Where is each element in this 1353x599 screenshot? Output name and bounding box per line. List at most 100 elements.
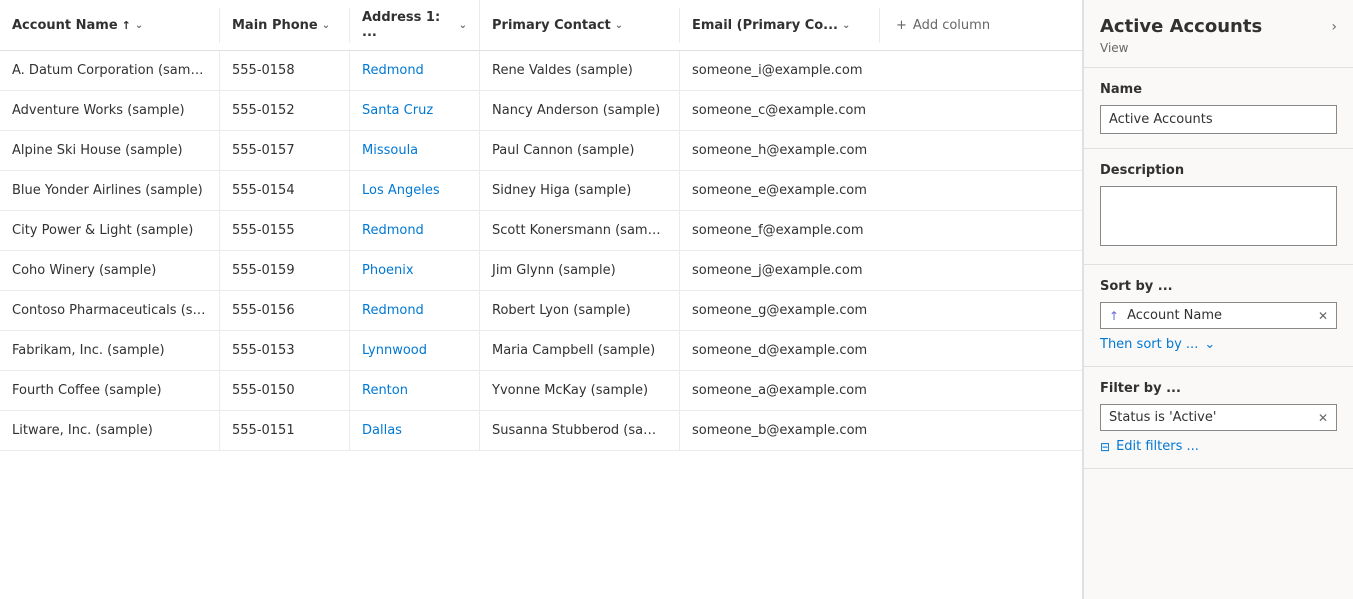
edit-filters-label: Edit filters ... (1116, 439, 1199, 454)
col-email-label: Email (Primary Co... (692, 18, 838, 33)
panel-filter-label: Filter by ... (1100, 381, 1337, 396)
table-cell[interactable]: Phoenix (350, 251, 480, 290)
table-cell: Susanna Stubberod (samp... (480, 411, 680, 450)
table-cell: 555-0153 (220, 331, 350, 370)
filter-tag-label: Status is 'Active' (1109, 410, 1310, 425)
table-cell: Paul Cannon (sample) (480, 131, 680, 170)
table-cell: someone_e@example.com (680, 171, 880, 210)
add-column-plus-icon: + (896, 18, 907, 33)
table-cell: someone_d@example.com (680, 331, 880, 370)
table-cell: 555-0158 (220, 51, 350, 90)
col-account-label: Account Name (12, 18, 118, 33)
col-header-email[interactable]: Email (Primary Co... ⌄ (680, 8, 880, 43)
table-row[interactable]: City Power & Light (sample)555-0155Redmo… (0, 211, 1082, 251)
panel-description-section: Description (1084, 149, 1353, 265)
table-row[interactable]: Fabrikam, Inc. (sample)555-0153LynnwoodM… (0, 331, 1082, 371)
table-cell: Robert Lyon (sample) (480, 291, 680, 330)
table-cell: Alpine Ski House (sample) (0, 131, 220, 170)
table-cell: Nancy Anderson (sample) (480, 91, 680, 130)
table-cell: 555-0159 (220, 251, 350, 290)
table-cell: Yvonne McKay (sample) (480, 371, 680, 410)
table-cell: someone_i@example.com (680, 51, 880, 90)
table-row[interactable]: Fourth Coffee (sample)555-0150RentonYvon… (0, 371, 1082, 411)
table-cell: 555-0152 (220, 91, 350, 130)
panel-close-icon[interactable]: › (1331, 19, 1337, 35)
col-address-label: Address 1: ... (362, 10, 455, 40)
col-header-contact[interactable]: Primary Contact ⌄ (480, 8, 680, 43)
panel-title: Active Accounts (1100, 16, 1262, 37)
table-row[interactable]: Blue Yonder Airlines (sample)555-0154Los… (0, 171, 1082, 211)
table-cell[interactable]: Lynnwood (350, 331, 480, 370)
filter-tag-close-icon[interactable]: ✕ (1318, 411, 1328, 425)
add-column-label: Add column (913, 18, 990, 33)
table-row[interactable]: Litware, Inc. (sample)555-0151DallasSusa… (0, 411, 1082, 451)
table-cell[interactable]: Redmond (350, 291, 480, 330)
table-cell: someone_f@example.com (680, 211, 880, 250)
table-body: A. Datum Corporation (sample)555-0158Red… (0, 51, 1082, 599)
table-row[interactable]: Adventure Works (sample)555-0152Santa Cr… (0, 91, 1082, 131)
col-phone-chevron-icon: ⌄ (322, 20, 330, 31)
sort-tag-close-icon[interactable]: ✕ (1318, 309, 1328, 323)
table-header: Account Name ↑ ⌄ Main Phone ⌄ Address 1:… (0, 0, 1082, 51)
table-cell: someone_a@example.com (680, 371, 880, 410)
table-cell: 555-0150 (220, 371, 350, 410)
table-cell: Litware, Inc. (sample) (0, 411, 220, 450)
col-header-address[interactable]: Address 1: ... ⌄ (350, 0, 480, 50)
then-sort-chevron-icon: ⌄ (1204, 337, 1215, 352)
table-cell[interactable]: Renton (350, 371, 480, 410)
panel-name-input[interactable] (1100, 105, 1337, 134)
table-panel: Account Name ↑ ⌄ Main Phone ⌄ Address 1:… (0, 0, 1083, 599)
table-cell: 555-0156 (220, 291, 350, 330)
table-cell: Rene Valdes (sample) (480, 51, 680, 90)
panel-header: Active Accounts › (1084, 0, 1353, 41)
table-cell: Fourth Coffee (sample) (0, 371, 220, 410)
then-sort-button[interactable]: Then sort by ... ⌄ (1100, 337, 1337, 352)
table-cell[interactable]: Dallas (350, 411, 480, 450)
sort-tag: ↑ Account Name ✕ (1100, 302, 1337, 329)
table-cell: someone_j@example.com (680, 251, 880, 290)
add-column-button[interactable]: + Add column (880, 8, 1006, 43)
col-contact-label: Primary Contact (492, 18, 611, 33)
table-cell: Fabrikam, Inc. (sample) (0, 331, 220, 370)
sort-tag-label: Account Name (1127, 308, 1310, 323)
panel-description-label: Description (1100, 163, 1337, 178)
table-row[interactable]: Coho Winery (sample)555-0159PhoenixJim G… (0, 251, 1082, 291)
panel-sort-section: Sort by ... ↑ Account Name ✕ Then sort b… (1084, 265, 1353, 367)
panel-filter-section: Filter by ... Status is 'Active' ✕ ⊟ Edi… (1084, 367, 1353, 469)
table-cell: 555-0155 (220, 211, 350, 250)
then-sort-label: Then sort by ... (1100, 337, 1198, 352)
table-cell: 555-0157 (220, 131, 350, 170)
col-email-chevron-icon: ⌄ (842, 20, 850, 31)
table-cell: someone_h@example.com (680, 131, 880, 170)
table-cell: Maria Campbell (sample) (480, 331, 680, 370)
table-row[interactable]: Contoso Pharmaceuticals (sample)555-0156… (0, 291, 1082, 331)
panel-sort-label: Sort by ... (1100, 279, 1337, 294)
edit-filters-button[interactable]: ⊟ Edit filters ... (1100, 439, 1337, 454)
table-cell[interactable]: Missoula (350, 131, 480, 170)
col-account-chevron-icon: ⌄ (135, 20, 143, 31)
table-cell[interactable]: Redmond (350, 51, 480, 90)
table-cell[interactable]: Los Angeles (350, 171, 480, 210)
sort-asc-tag-icon: ↑ (1109, 309, 1119, 323)
col-header-account[interactable]: Account Name ↑ ⌄ (0, 8, 220, 43)
col-address-chevron-icon: ⌄ (459, 20, 467, 31)
table-cell: someone_b@example.com (680, 411, 880, 450)
table-cell: Jim Glynn (sample) (480, 251, 680, 290)
table-cell: someone_c@example.com (680, 91, 880, 130)
table-row[interactable]: Alpine Ski House (sample)555-0157Missoul… (0, 131, 1082, 171)
panel-description-input[interactable] (1100, 186, 1337, 246)
table-cell: Scott Konersmann (sample) (480, 211, 680, 250)
right-panel: Active Accounts › View Name Description … (1083, 0, 1353, 599)
table-cell: City Power & Light (sample) (0, 211, 220, 250)
table-cell[interactable]: Redmond (350, 211, 480, 250)
table-cell: Coho Winery (sample) (0, 251, 220, 290)
table-cell: 555-0151 (220, 411, 350, 450)
filter-tag: Status is 'Active' ✕ (1100, 404, 1337, 431)
col-header-phone[interactable]: Main Phone ⌄ (220, 8, 350, 43)
panel-name-label: Name (1100, 82, 1337, 97)
panel-view-label: View (1084, 41, 1353, 67)
table-cell: someone_g@example.com (680, 291, 880, 330)
table-cell: Adventure Works (sample) (0, 91, 220, 130)
table-cell[interactable]: Santa Cruz (350, 91, 480, 130)
table-row[interactable]: A. Datum Corporation (sample)555-0158Red… (0, 51, 1082, 91)
